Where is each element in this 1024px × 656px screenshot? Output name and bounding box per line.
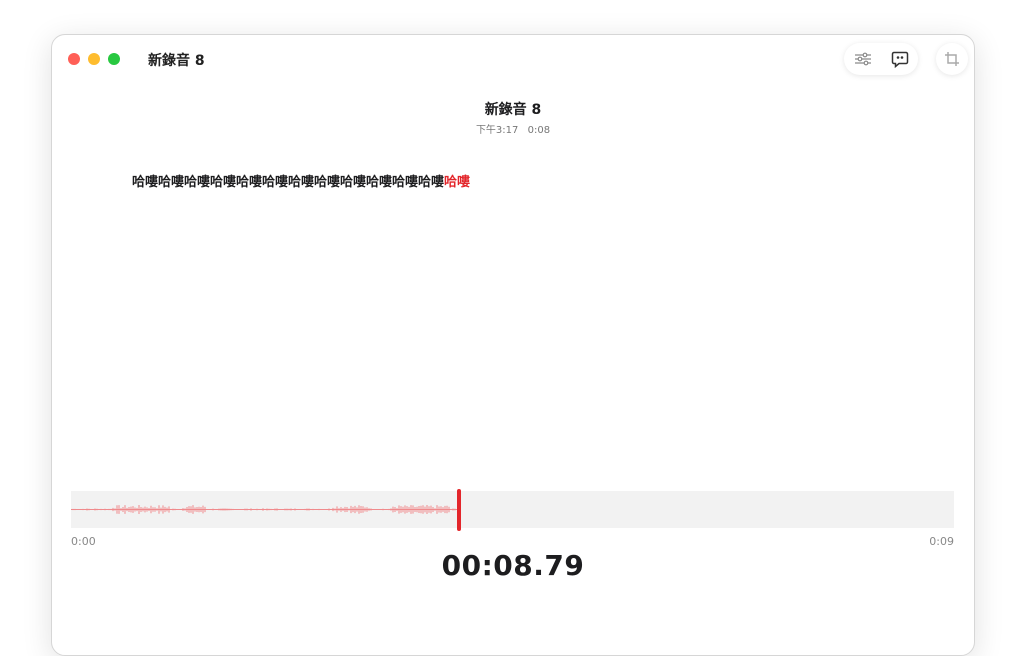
- voice-memos-window: 新錄音 8 新錄音 8 下午3:17 0:08 哈嘍哈嘍哈嘍哈嘍哈嘍哈嘍哈嘍哈嘍…: [51, 34, 975, 656]
- trim-icon: [945, 52, 959, 66]
- recording-meta: 下午3:17 0:08: [52, 121, 974, 136]
- recording-time: 下午3:17: [475, 125, 519, 136]
- transcript-bubble-icon: [891, 51, 908, 68]
- current-time-display: 00:08.79: [441, 549, 585, 582]
- toolbar-group: [844, 43, 918, 75]
- window-title: 新錄音 8: [148, 53, 205, 69]
- waveform: [71, 505, 458, 514]
- window-controls: [68, 53, 120, 65]
- zoom-button[interactable]: [108, 53, 120, 65]
- recording-title: 新錄音 8: [484, 102, 542, 118]
- sliders-icon: [854, 52, 871, 66]
- transcript-text[interactable]: 哈嘍哈嘍哈嘍哈嘍哈嘍哈嘍哈嘍哈嘍哈嘍哈嘍哈嘍哈嘍哈嘍: [132, 171, 470, 190]
- trim-button[interactable]: [936, 43, 968, 75]
- minimize-button[interactable]: [88, 53, 100, 65]
- transcript-active-word: 哈嘍: [444, 175, 471, 190]
- transcript-body: 哈嘍哈嘍哈嘍哈嘍哈嘍哈嘍哈嘍哈嘍哈嘍哈嘍哈嘍哈嘍: [132, 175, 445, 190]
- waveform-track[interactable]: [71, 491, 954, 528]
- timeline-end-label: 0:09: [929, 535, 954, 548]
- settings-button[interactable]: [850, 46, 876, 72]
- close-button[interactable]: [68, 53, 80, 65]
- recording-duration: 0:08: [527, 125, 551, 136]
- playhead[interactable]: [457, 489, 461, 531]
- transcript-button[interactable]: [887, 46, 913, 72]
- timeline-start-label: 0:00: [71, 535, 96, 548]
